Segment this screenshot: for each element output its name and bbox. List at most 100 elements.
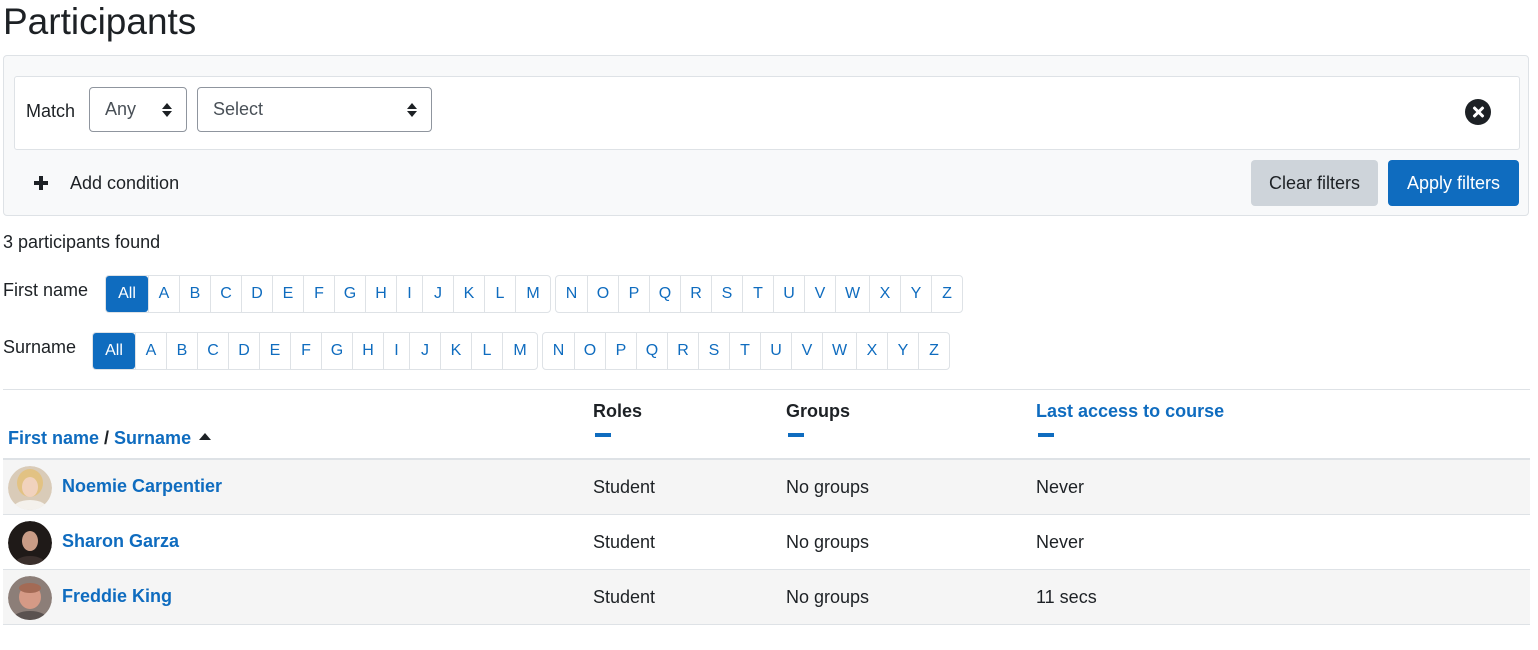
firstname-initial-r[interactable]: R bbox=[680, 276, 711, 312]
surname-initial-u[interactable]: U bbox=[760, 333, 791, 369]
surname-initial-k[interactable]: K bbox=[440, 333, 471, 369]
surname-initial-p[interactable]: P bbox=[605, 333, 636, 369]
remove-row-icon[interactable] bbox=[1465, 99, 1491, 125]
firstname-initial-d[interactable]: D bbox=[241, 276, 272, 312]
last-access-cell: 11 secs bbox=[1036, 587, 1097, 607]
surname-initial-n[interactable]: N bbox=[543, 333, 574, 369]
firstname-initials-group: All A B C D E F G H I J K L M bbox=[105, 275, 551, 313]
avatar bbox=[8, 466, 52, 510]
user-name-link[interactable]: Noemie Carpentier bbox=[62, 474, 222, 498]
collapse-groups-icon[interactable] bbox=[788, 433, 804, 437]
participants-count: 3 participants found bbox=[3, 232, 161, 252]
user-name-link[interactable]: Sharon Garza bbox=[62, 529, 179, 553]
surname-initial-o[interactable]: O bbox=[574, 333, 605, 369]
surname-initial-l[interactable]: L bbox=[471, 333, 502, 369]
surname-initials-group: NOPQRSTUVWXYZ bbox=[542, 332, 950, 370]
surname-initial-m[interactable]: M bbox=[502, 333, 537, 369]
firstname-initial-f[interactable]: F bbox=[303, 276, 334, 312]
collapse-roles-icon[interactable] bbox=[595, 433, 611, 437]
match-select[interactable]: Any bbox=[89, 87, 187, 132]
firstname-initial-y[interactable]: Y bbox=[900, 276, 931, 312]
surname-initial-z[interactable]: Z bbox=[918, 333, 949, 369]
firstname-initials-group: NOPQRSTUVWXYZ bbox=[555, 275, 963, 313]
surname-initial-b[interactable]: B bbox=[166, 333, 197, 369]
groups-cell: No groups bbox=[786, 587, 870, 607]
firstname-initial-j[interactable]: J bbox=[422, 276, 453, 312]
firstname-initial-u[interactable]: U bbox=[773, 276, 804, 312]
firstname-initial-o[interactable]: O bbox=[587, 276, 618, 312]
role-cell: Student bbox=[593, 532, 656, 552]
last-access-cell: Never bbox=[1036, 532, 1085, 552]
user-name-link[interactable]: Freddie King bbox=[62, 584, 172, 608]
apply-filters-button[interactable]: Apply filters bbox=[1388, 160, 1519, 206]
firstname-initial-g[interactable]: G bbox=[334, 276, 365, 312]
collapse-last-access-icon[interactable] bbox=[1038, 433, 1054, 437]
surname-initial-w[interactable]: W bbox=[822, 333, 856, 369]
firstname-initial-x[interactable]: X bbox=[869, 276, 900, 312]
surname-initial-h[interactable]: H bbox=[352, 333, 383, 369]
firstname-initial-k[interactable]: K bbox=[453, 276, 484, 312]
firstname-initial-b[interactable]: B bbox=[179, 276, 210, 312]
surname-initials-group: All A B C D E F G H I J K L M bbox=[92, 332, 538, 370]
sort-firstname-link[interactable]: First name bbox=[8, 428, 99, 448]
surname-initials-label: Surname bbox=[3, 337, 77, 357]
add-condition-label: Add condition bbox=[70, 173, 180, 193]
clear-filters-button[interactable]: Clear filters bbox=[1251, 160, 1378, 206]
firstname-initial-m[interactable]: M bbox=[515, 276, 550, 312]
avatar bbox=[8, 576, 52, 620]
firstname-initial-n[interactable]: N bbox=[556, 276, 587, 312]
firstname-initial-t[interactable]: T bbox=[742, 276, 773, 312]
surname-initials-bar: All A B C D E F G H I J K L M N O P Q R S T U V W X Y Z bbox=[92, 332, 954, 370]
surname-initial-e[interactable]: E bbox=[259, 333, 290, 369]
sort-arrows-icon bbox=[162, 103, 172, 117]
role-cell: Student bbox=[593, 477, 656, 497]
filter-type-value: Select bbox=[213, 99, 264, 119]
surname-initial-q[interactable]: Q bbox=[636, 333, 667, 369]
surname-initial-v[interactable]: V bbox=[791, 333, 822, 369]
table-header: First name / Surname Roles Groups Last a… bbox=[3, 389, 1530, 460]
surname-initial-j[interactable]: J bbox=[409, 333, 440, 369]
firstname-initial-s[interactable]: S bbox=[711, 276, 742, 312]
last-access-cell: Never bbox=[1036, 477, 1085, 497]
groups-cell: No groups bbox=[786, 532, 870, 552]
surname-initial-r[interactable]: R bbox=[667, 333, 698, 369]
header-name: First name / Surname bbox=[8, 426, 212, 450]
role-cell: Student bbox=[593, 587, 656, 607]
filter-type-select[interactable]: Select bbox=[197, 87, 432, 132]
firstname-initials-bar: All A B C D E F G H I J K L M N O P Q R S T U V W X Y Z bbox=[105, 275, 967, 313]
sort-arrows-icon bbox=[407, 103, 417, 117]
surname-initial-g[interactable]: G bbox=[321, 333, 352, 369]
firstname-initial-h[interactable]: H bbox=[365, 276, 396, 312]
header-separator: / bbox=[99, 428, 115, 448]
table-row: Sharon Garza Student No groups Never bbox=[3, 515, 1530, 570]
sort-last-access-link[interactable]: Last access to course bbox=[1036, 401, 1224, 421]
surname-initial-all[interactable]: All bbox=[93, 333, 135, 369]
surname-initial-i[interactable]: I bbox=[383, 333, 409, 369]
surname-initial-c[interactable]: C bbox=[197, 333, 228, 369]
header-last-access[interactable]: Last access to course bbox=[1036, 399, 1224, 423]
firstname-initial-q[interactable]: Q bbox=[649, 276, 680, 312]
surname-initial-f[interactable]: F bbox=[290, 333, 321, 369]
filter-panel: Match Any Select Add condition Clear fil… bbox=[3, 55, 1529, 216]
surname-initial-t[interactable]: T bbox=[729, 333, 760, 369]
firstname-initial-i[interactable]: I bbox=[396, 276, 422, 312]
surname-initial-y[interactable]: Y bbox=[887, 333, 918, 369]
avatar bbox=[8, 521, 52, 565]
firstname-initial-all[interactable]: All bbox=[106, 276, 148, 312]
sort-surname-link[interactable]: Surname bbox=[114, 428, 191, 448]
firstname-initial-z[interactable]: Z bbox=[931, 276, 962, 312]
firstname-initial-l[interactable]: L bbox=[484, 276, 515, 312]
filter-row: Match Any Select bbox=[14, 76, 1520, 150]
firstname-initial-v[interactable]: V bbox=[804, 276, 835, 312]
surname-initial-a[interactable]: A bbox=[135, 333, 166, 369]
firstname-initial-p[interactable]: P bbox=[618, 276, 649, 312]
surname-initial-x[interactable]: X bbox=[856, 333, 887, 369]
firstname-initial-e[interactable]: E bbox=[272, 276, 303, 312]
firstname-initial-c[interactable]: C bbox=[210, 276, 241, 312]
plus-icon bbox=[34, 176, 48, 190]
surname-initial-d[interactable]: D bbox=[228, 333, 259, 369]
participants-table: First name / Surname Roles Groups Last a… bbox=[3, 389, 1530, 625]
firstname-initial-w[interactable]: W bbox=[835, 276, 869, 312]
surname-initial-s[interactable]: S bbox=[698, 333, 729, 369]
firstname-initial-a[interactable]: A bbox=[148, 276, 179, 312]
